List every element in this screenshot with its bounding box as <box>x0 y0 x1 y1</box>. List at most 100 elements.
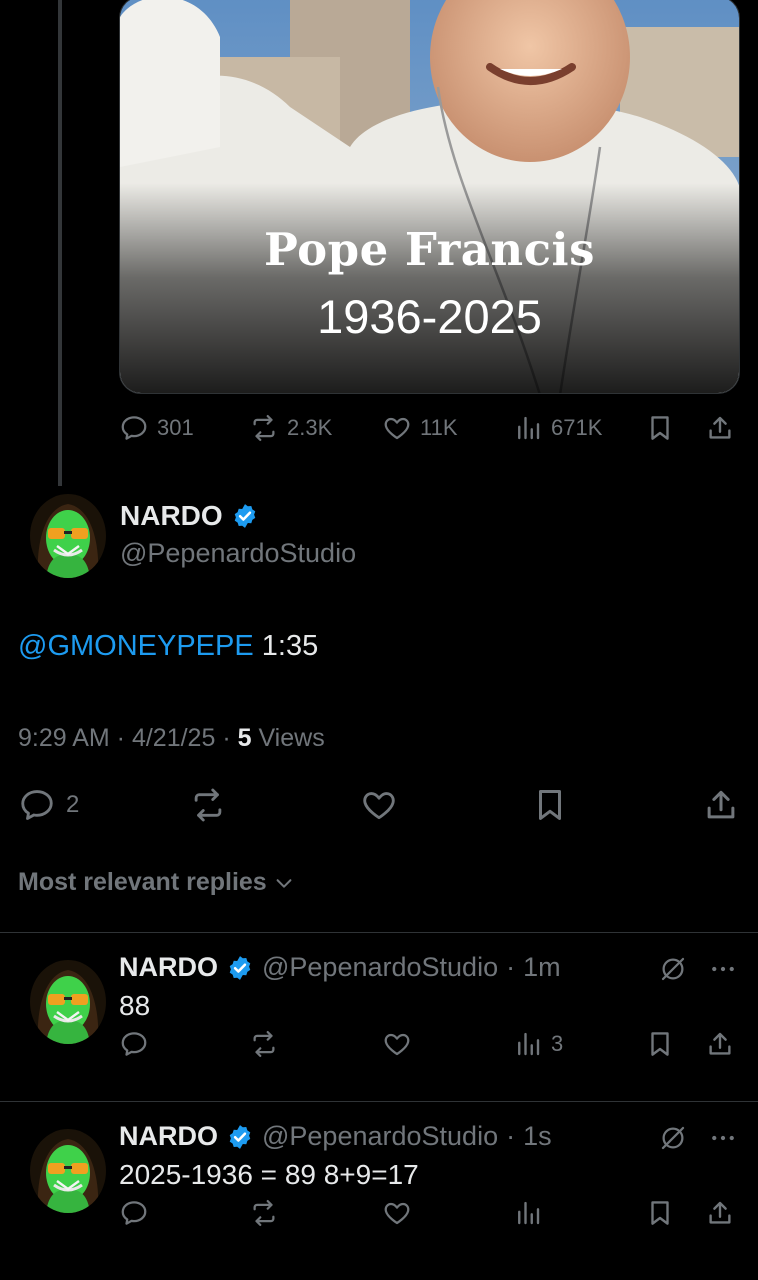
reply-share-button[interactable] <box>705 1193 735 1233</box>
reply-author-handle[interactable]: @PepenardoStudio <box>262 952 498 983</box>
reply-icon <box>119 1198 149 1228</box>
views-icon <box>513 1029 543 1059</box>
repost-icon <box>249 413 279 443</box>
share-icon <box>705 1029 735 1059</box>
media-years: 1936-2025 <box>317 290 542 343</box>
separator-dot: · <box>506 952 516 982</box>
bookmark-button[interactable] <box>531 782 569 828</box>
repost-button[interactable] <box>189 782 227 828</box>
avatar[interactable] <box>30 960 106 1044</box>
divider <box>0 932 758 933</box>
media-gradient-overlay <box>120 183 739 393</box>
quoted-repost-button[interactable]: 2.3K <box>249 408 332 448</box>
quoted-post-actions: 301 2.3K 11K 671K <box>119 408 740 448</box>
sort-label: Most relevant replies <box>18 868 267 896</box>
reply-item[interactable]: NARDO @PepenardoStudio · 1m 88 3 <box>0 952 758 1112</box>
post-time[interactable]: 9:29 AM <box>18 724 110 752</box>
mention-link[interactable]: @GMONEYPEPE <box>18 630 254 662</box>
quoted-reply-count: 301 <box>157 415 194 440</box>
post-text-rest: 1:35 <box>253 630 319 662</box>
post-date[interactable]: 4/21/25 <box>132 724 215 752</box>
share-icon <box>705 413 735 443</box>
quoted-like-count: 11K <box>420 415 458 440</box>
reply-author-handle[interactable]: @PepenardoStudio <box>262 1121 498 1152</box>
reply-text: 2025-1936 = 89 8+9=17 <box>119 1159 419 1190</box>
divider <box>0 1101 758 1102</box>
bookmark-icon <box>645 1198 675 1228</box>
more-options-icon[interactable] <box>708 1123 738 1153</box>
reply-views-button[interactable]: 3 <box>513 1024 563 1064</box>
share-icon <box>705 1198 735 1228</box>
verified-badge-icon <box>231 502 259 530</box>
quoted-like-button[interactable]: 11K <box>382 408 458 448</box>
author-name: NARDO <box>120 500 223 531</box>
quoted-repost-count: 2.3K <box>287 415 333 440</box>
views-icon <box>513 1198 543 1228</box>
reply-actions <box>119 1193 740 1233</box>
reply-author-name[interactable]: NARDO <box>119 1121 218 1152</box>
reply-like-button[interactable] <box>382 1193 412 1233</box>
bookmark-icon <box>645 1029 675 1059</box>
like-icon <box>382 413 412 443</box>
grok-icon[interactable] <box>658 954 688 984</box>
quoted-views-button[interactable]: 671K <box>513 408 602 448</box>
reply-author-name[interactable]: NARDO <box>119 952 218 983</box>
reply-reply-button[interactable] <box>119 1193 149 1233</box>
reply-icon <box>18 786 56 824</box>
bookmark-icon <box>531 786 569 824</box>
reply-icon <box>119 413 149 443</box>
more-options-icon[interactable] <box>708 954 738 984</box>
repost-icon <box>249 1029 279 1059</box>
media-title: Pope Francis <box>264 223 595 276</box>
reply-views-count: 3 <box>551 1031 564 1056</box>
reply-time[interactable]: 1s <box>523 1121 552 1152</box>
bookmark-icon <box>645 413 675 443</box>
avatar[interactable] <box>30 494 106 578</box>
reply-item[interactable]: NARDO @PepenardoStudio · 1s 2025-1936 = … <box>0 1121 758 1280</box>
reply-icon <box>119 1029 149 1059</box>
share-icon <box>702 786 740 824</box>
post-text: @GMONEYPEPE 1:35 <box>18 630 318 663</box>
replies-sort-dropdown[interactable]: Most relevant replies <box>18 868 295 897</box>
like-button[interactable] <box>360 782 398 828</box>
grok-icon[interactable] <box>658 1123 688 1153</box>
author-name-row[interactable]: NARDO <box>120 500 259 532</box>
separator-dot: · <box>506 1121 516 1151</box>
reply-button[interactable]: 2 <box>18 782 79 828</box>
thread-connector-line <box>58 0 62 486</box>
quoted-share-button[interactable] <box>705 408 735 448</box>
reply-repost-button[interactable] <box>249 1193 279 1233</box>
share-button[interactable] <box>702 782 740 828</box>
reply-views-button[interactable] <box>513 1193 551 1233</box>
reply-repost-button[interactable] <box>249 1024 279 1064</box>
reply-header: NARDO @PepenardoStudio · 1s <box>119 1121 552 1152</box>
verified-badge-icon <box>226 1123 254 1151</box>
like-icon <box>382 1198 412 1228</box>
reply-text: 88 <box>119 990 151 1021</box>
views-label: Views <box>258 724 325 752</box>
views-icon <box>513 413 543 443</box>
quoted-views-count: 671K <box>551 415 603 440</box>
reply-time[interactable]: 1m <box>523 952 561 983</box>
reply-like-button[interactable] <box>382 1024 412 1064</box>
post-metadata: 9:29 AM · 4/21/25 · 5 Views <box>18 724 325 752</box>
reply-share-button[interactable] <box>705 1024 735 1064</box>
reply-header: NARDO @PepenardoStudio · 1m <box>119 952 561 983</box>
views-count: 5 <box>237 724 252 752</box>
post-actions: 2 <box>18 782 740 828</box>
quoted-media-image[interactable]: Pope Francis 1936-2025 <box>119 0 740 394</box>
reply-actions: 3 <box>119 1024 740 1064</box>
chevron-down-icon <box>273 872 295 894</box>
reply-reply-button[interactable] <box>119 1024 149 1064</box>
repost-icon <box>249 1198 279 1228</box>
quoted-reply-button[interactable]: 301 <box>119 408 194 448</box>
reply-bookmark-button[interactable] <box>645 1024 675 1064</box>
reply-count: 2 <box>66 791 80 818</box>
post-author: NARDO @PepenardoStudio <box>18 494 718 584</box>
avatar[interactable] <box>30 1129 106 1213</box>
author-handle[interactable]: @PepenardoStudio <box>120 538 356 569</box>
quoted-bookmark-button[interactable] <box>645 408 675 448</box>
like-icon <box>360 786 398 824</box>
reply-bookmark-button[interactable] <box>645 1193 675 1233</box>
like-icon <box>382 1029 412 1059</box>
